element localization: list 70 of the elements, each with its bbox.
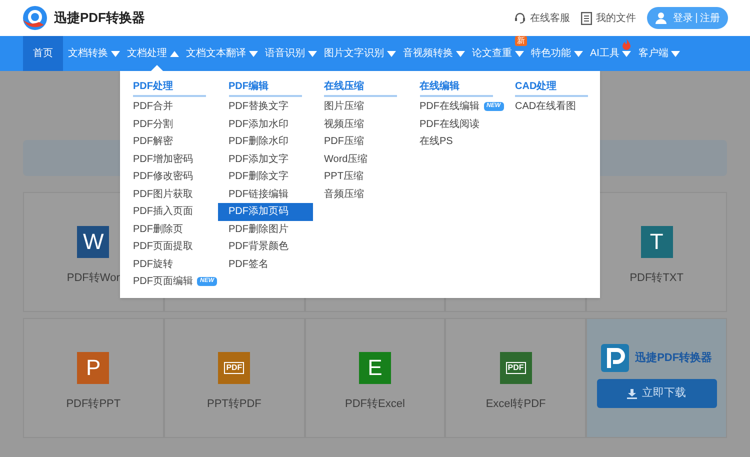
- caret-up-icon: [170, 50, 179, 56]
- tool-card[interactable]: E PDF转Excel: [304, 318, 446, 438]
- caret-down-icon: [308, 50, 317, 56]
- menu-item[interactable]: PDF链接编辑: [218, 186, 313, 203]
- card-label: PDF转TXT: [630, 271, 684, 286]
- logo-text: 迅捷PDF转换器: [635, 350, 712, 366]
- app-icon: T: [640, 226, 673, 258]
- card-label: Excel转PDF: [486, 397, 546, 412]
- tool-card[interactable]: T PDF转TXT: [586, 192, 727, 312]
- menu-item[interactable]: PDF替换文字: [218, 98, 313, 116]
- menu-heading: CAD处理: [515, 79, 588, 97]
- card-label: PPT转PDF: [206, 397, 262, 412]
- menu-item[interactable]: PDF在线阅读: [408, 116, 504, 133]
- tool-card[interactable]: P PDF转PPT: [23, 318, 164, 438]
- app-icon: W: [77, 226, 110, 258]
- menu-heading: 在线编辑: [420, 79, 492, 97]
- caret-down-icon: [111, 50, 120, 56]
- logo-icon: [22, 5, 48, 31]
- download-button[interactable]: 立即下载: [596, 379, 717, 408]
- tool-card[interactable]: PDF Excel转PDF: [445, 318, 586, 438]
- menu-item[interactable]: 视频压缩: [313, 116, 408, 133]
- document-icon: [581, 12, 592, 24]
- menu-item[interactable]: 音频压缩: [313, 186, 408, 203]
- caret-down-icon: [387, 50, 396, 56]
- logo-icon: [601, 344, 630, 372]
- menu-item[interactable]: PDF删除图片: [218, 220, 313, 238]
- user-icon: [655, 12, 667, 24]
- menu-item[interactable]: PDF签名: [218, 256, 313, 273]
- menu-item[interactable]: PDF修改密码: [122, 168, 218, 186]
- menu-item[interactable]: PDF增加密码: [122, 150, 218, 168]
- caret-down-icon: [622, 50, 632, 56]
- card-label: PDF转PPT: [66, 397, 121, 412]
- menu-item[interactable]: Word压缩: [313, 150, 408, 168]
- menu-item[interactable]: 在线PS: [408, 133, 504, 150]
- menu-item[interactable]: PDF删除文字: [218, 168, 313, 186]
- caret-down-icon: [574, 50, 583, 56]
- nav-tab[interactable]: 首页: [23, 36, 63, 71]
- flame-icon: [622, 39, 632, 50]
- card-label: PDF转Excel: [345, 397, 405, 412]
- caret-down-icon: [515, 50, 524, 56]
- menu-heading: PDF处理: [133, 79, 206, 97]
- header-link[interactable]: 在线客服: [530, 10, 570, 26]
- menu-item[interactable]: PDF添加页码: [218, 203, 313, 220]
- menu-heading: 在线压缩: [324, 79, 397, 97]
- headset-icon: [514, 12, 526, 24]
- menu-item[interactable]: PDF压缩: [313, 133, 408, 150]
- app-icon: P: [77, 352, 110, 384]
- logo-text: 迅捷PDF转换器: [54, 9, 145, 28]
- menu-item[interactable]: PDF删除水印: [218, 133, 313, 150]
- menu-heading: PDF编辑: [228, 79, 302, 97]
- card-label: PDF转Wor: [66, 271, 120, 286]
- menu-item[interactable]: PDF合并: [122, 98, 218, 116]
- menu-item[interactable]: PDF添加文字: [218, 150, 313, 168]
- menu-item[interactable]: PDF添加水印: [218, 116, 313, 133]
- app-icon: E: [358, 352, 391, 384]
- header-link[interactable]: 我的文件: [596, 10, 636, 26]
- app-icon: PDF: [500, 352, 532, 384]
- menu-item[interactable]: PPT压缩: [313, 168, 408, 186]
- menu-item[interactable]: PDF分割: [122, 116, 218, 133]
- menu-item[interactable]: PDF背景颜色: [218, 238, 313, 256]
- caret-down-icon: [456, 50, 465, 56]
- app-icon: PDF: [218, 352, 250, 384]
- menu-item[interactable]: CAD在线看图: [504, 98, 600, 116]
- tool-card[interactable]: PDF PPT转PDF: [164, 318, 305, 438]
- caret-down-icon: [671, 50, 680, 56]
- menu-item[interactable]: 图片压缩: [313, 98, 408, 116]
- download-icon: [627, 388, 638, 398]
- caret-down-icon: [249, 50, 258, 56]
- new-badge: 新: [515, 36, 527, 46]
- menu-item[interactable]: PDF解密: [122, 133, 218, 150]
